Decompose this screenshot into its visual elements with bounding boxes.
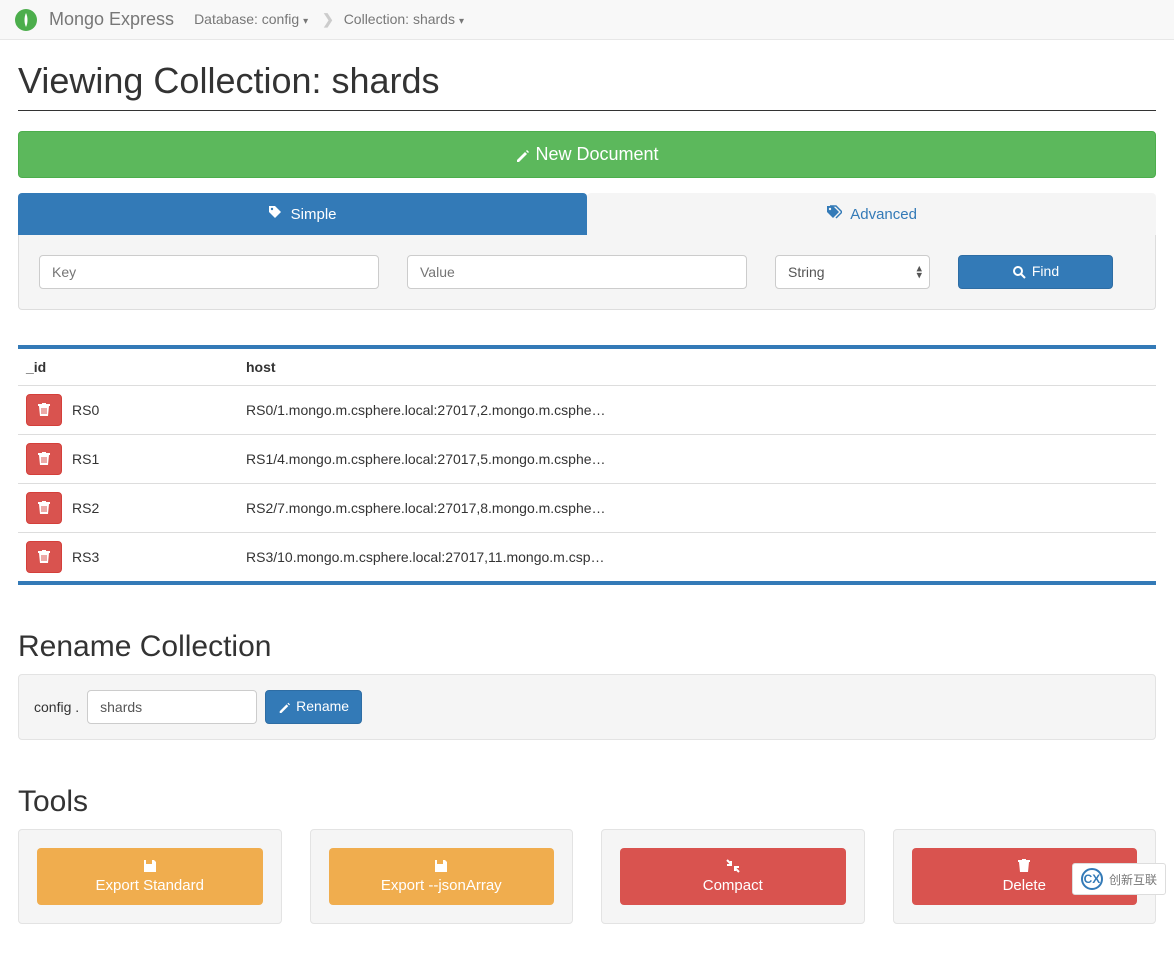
tools-row: Export Standard Export --jsonArray Compa…	[18, 829, 1156, 924]
cell-id: RS2	[72, 500, 99, 516]
breadcrumb-collection[interactable]: Collection: shards	[344, 11, 455, 27]
cell-host: RS0/1.mongo.m.csphere.local:27017,2.mong…	[238, 386, 1156, 435]
new-document-label: New Document	[535, 142, 658, 167]
table-row[interactable]: RS3 RS3/10.mongo.m.csphere.local:27017,1…	[18, 533, 1156, 582]
caret-down-icon: ▾	[303, 16, 308, 27]
save-icon	[143, 859, 157, 873]
delete-row-button[interactable]	[26, 443, 62, 475]
records-table-wrap: _id host RS0 RS0/1.mongo.m.csphere.local…	[18, 345, 1156, 585]
logo-icon	[15, 9, 37, 31]
cell-id: RS1	[72, 451, 99, 467]
tag-icon	[268, 206, 286, 223]
export-json-label: Export --jsonArray	[381, 877, 502, 894]
watermark-text: 创新互联	[1109, 871, 1157, 888]
page-title: Viewing Collection: shards	[18, 60, 1156, 102]
delete-row-button[interactable]	[26, 541, 62, 573]
pencil-icon	[515, 148, 529, 162]
watermark-logo-icon: CX	[1081, 868, 1103, 890]
rename-button-label: Rename	[296, 697, 349, 717]
search-tabs: Simple Advanced	[18, 193, 1156, 235]
compact-label: Compact	[703, 877, 763, 894]
rename-prefix: config .	[34, 699, 79, 715]
search-panel: ▴▾ Find	[18, 235, 1156, 310]
trash-icon	[38, 403, 50, 417]
tool-card: Export Standard	[18, 829, 282, 924]
delete-row-button[interactable]	[26, 394, 62, 426]
cell-id: RS3	[72, 549, 99, 565]
compact-button[interactable]: Compact	[620, 848, 846, 905]
table-row[interactable]: RS1 RS1/4.mongo.m.csphere.local:27017,5.…	[18, 435, 1156, 484]
brand-link[interactable]: Mongo Express	[49, 9, 174, 30]
cell-host: RS2/7.mongo.m.csphere.local:27017,8.mong…	[238, 484, 1156, 533]
export-json-button[interactable]: Export --jsonArray	[329, 848, 555, 905]
search-icon	[1012, 265, 1026, 279]
tab-advanced[interactable]: Advanced	[587, 193, 1156, 235]
records-table: _id host RS0 RS0/1.mongo.m.csphere.local…	[18, 349, 1156, 581]
chevron-right-icon: ❯	[322, 11, 334, 27]
divider	[18, 110, 1156, 111]
compress-icon	[726, 859, 740, 873]
tool-card: Compact	[601, 829, 865, 924]
rename-input[interactable]	[87, 690, 257, 724]
trash-icon	[1018, 859, 1030, 873]
breadcrumb-database[interactable]: Database: config	[194, 11, 299, 27]
search-value-input[interactable]	[407, 255, 747, 289]
tab-advanced-label: Advanced	[850, 206, 917, 223]
col-header-id[interactable]: _id	[18, 349, 238, 386]
delete-label: Delete	[1003, 877, 1046, 894]
rename-title: Rename Collection	[18, 630, 1156, 664]
tab-simple[interactable]: Simple	[18, 193, 587, 235]
export-standard-label: Export Standard	[96, 877, 204, 894]
search-key-input[interactable]	[39, 255, 379, 289]
save-icon	[434, 859, 448, 873]
tab-simple-label: Simple	[291, 206, 337, 223]
breadcrumb: Database: config ▾ ❯ Collection: shards ▾	[194, 11, 468, 28]
trash-icon	[38, 452, 50, 466]
find-button[interactable]: Find	[958, 255, 1113, 289]
cell-host: RS1/4.mongo.m.csphere.local:27017,5.mong…	[238, 435, 1156, 484]
tools-title: Tools	[18, 785, 1156, 819]
trash-icon	[38, 501, 50, 515]
tags-icon	[826, 206, 846, 223]
cell-host: RS3/10.mongo.m.csphere.local:27017,11.mo…	[238, 533, 1156, 582]
trash-icon	[38, 550, 50, 564]
export-standard-button[interactable]: Export Standard	[37, 848, 263, 905]
delete-row-button[interactable]	[26, 492, 62, 524]
new-document-button[interactable]: New Document	[18, 131, 1156, 178]
search-type-select[interactable]	[775, 255, 930, 289]
navbar: Mongo Express Database: config ▾ ❯ Collec…	[0, 0, 1174, 40]
tool-card: Export --jsonArray	[310, 829, 574, 924]
table-row[interactable]: RS2 RS2/7.mongo.m.csphere.local:27017,8.…	[18, 484, 1156, 533]
caret-down-icon: ▾	[459, 16, 464, 27]
col-header-host[interactable]: host	[238, 349, 1156, 386]
find-label: Find	[1032, 262, 1059, 282]
watermark: CX 创新互联	[1072, 863, 1166, 895]
rename-panel: config . Rename	[18, 674, 1156, 740]
cell-id: RS0	[72, 402, 99, 418]
rename-button[interactable]: Rename	[265, 690, 362, 724]
pencil-icon	[278, 701, 290, 713]
table-row[interactable]: RS0 RS0/1.mongo.m.csphere.local:27017,2.…	[18, 386, 1156, 435]
